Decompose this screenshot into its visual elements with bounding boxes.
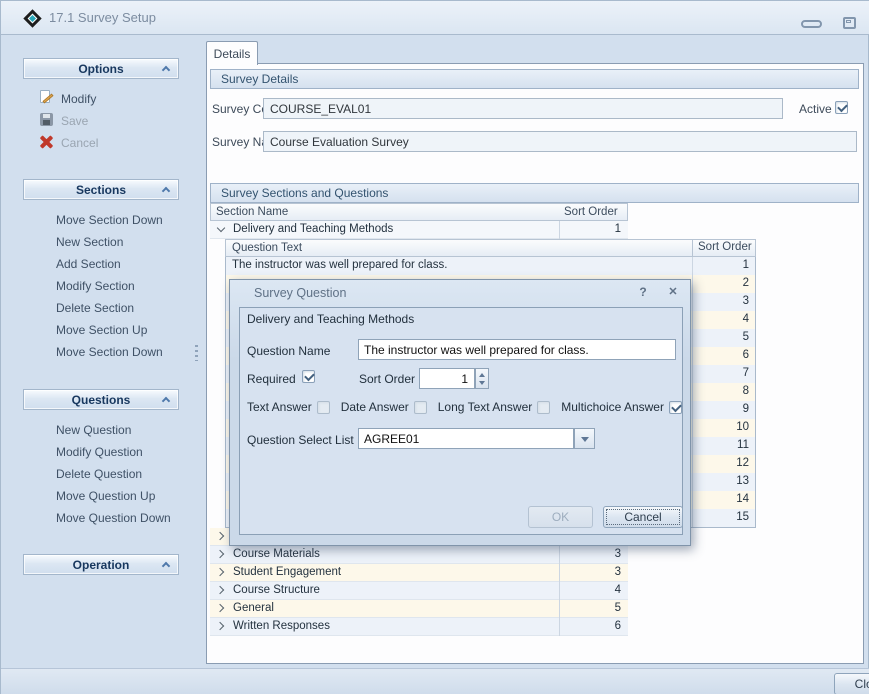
sidebar-item-modify-section[interactable]: Modify Section: [56, 279, 135, 293]
chevron-right-icon[interactable]: [216, 550, 224, 558]
dialog-section-label: Delivery and Teaching Methods: [247, 312, 414, 326]
sidebar-item-cancel[interactable]: Cancel: [61, 136, 98, 150]
text-answer-label: Text Answer: [247, 400, 312, 414]
cancel-x-icon: [39, 134, 54, 149]
sidebar-item-move-question-down[interactable]: Move Question Down: [56, 511, 171, 525]
required-checkbox[interactable]: [302, 370, 315, 383]
spin-up-icon[interactable]: [479, 373, 485, 377]
questions-panel-title: Questions: [72, 393, 131, 407]
sidebar-item-move-section-down-2[interactable]: Move Section Down: [56, 345, 163, 359]
column-header-question-text[interactable]: Question Text Sort Order: [225, 239, 756, 257]
sidebar-item-modify-question[interactable]: Modify Question: [56, 445, 143, 459]
sections-group-header: Survey Sections and Questions: [210, 183, 859, 203]
question-row[interactable]: The instructor was well prepared for cla…: [226, 257, 755, 275]
sidebar-item-new-section[interactable]: New Section: [56, 235, 123, 249]
section-sort-order: 1: [559, 221, 627, 239]
section-row[interactable]: Written Responses 6: [210, 618, 628, 636]
save-floppy-icon: [39, 112, 54, 127]
sort-order-label: Sort Order: [359, 372, 415, 386]
footer-bar: [1, 668, 869, 694]
column-header-section-name[interactable]: Section Name: [210, 203, 560, 221]
chevron-right-icon[interactable]: [216, 622, 224, 630]
app-icon: [23, 9, 41, 27]
question-select-list-label: Question Select List: [247, 433, 354, 447]
window-title: 17.1 Survey Setup: [49, 10, 156, 25]
sections-panel-title: Sections: [76, 183, 126, 197]
sidebar-item-save[interactable]: Save: [61, 114, 88, 128]
sidebar-item-delete-question[interactable]: Delete Question: [56, 467, 142, 481]
dialog-title: Survey Question: [254, 286, 346, 300]
survey-details-group-header: Survey Details: [210, 69, 859, 89]
sidebar-item-modify[interactable]: Modify: [61, 92, 96, 106]
question-name-label: Question Name: [247, 344, 330, 358]
section-row[interactable]: General 5: [210, 600, 628, 618]
maximize-button[interactable]: [843, 17, 856, 29]
collapse-caret-icon: [162, 187, 170, 195]
close-button[interactable]: Close: [834, 673, 869, 694]
sidebar-item-move-section-down[interactable]: Move Section Down: [56, 213, 163, 227]
column-header-question-sort[interactable]: Sort Order: [692, 239, 756, 257]
section-row[interactable]: Course Materials 3: [210, 546, 628, 564]
multichoice-answer-checkbox[interactable]: [669, 401, 682, 414]
help-icon[interactable]: ?: [635, 285, 651, 301]
long-text-answer-label: Long Text Answer: [438, 400, 533, 414]
dropdown-button[interactable]: [574, 428, 595, 449]
ok-button[interactable]: OK: [528, 506, 593, 528]
options-panel-title: Options: [78, 62, 123, 76]
cancel-button[interactable]: Cancel: [603, 506, 683, 528]
section-row[interactable]: Student Engagement 3: [210, 564, 628, 582]
options-panel-header[interactable]: Options: [23, 58, 179, 79]
column-header-sort-order[interactable]: Sort Order: [559, 203, 628, 221]
collapse-caret-icon: [162, 66, 170, 74]
chevron-right-icon[interactable]: [216, 604, 224, 612]
edit-pencil-icon: [39, 90, 54, 105]
chevron-down-icon[interactable]: [217, 224, 225, 232]
question-text: The instructor was well prepared for cla…: [226, 259, 447, 271]
tab-details[interactable]: Details: [206, 41, 258, 65]
minimize-button[interactable]: [801, 20, 822, 28]
splitter-handle[interactable]: [195, 345, 198, 361]
sidebar-item-add-section[interactable]: Add Section: [56, 257, 121, 271]
date-answer-checkbox[interactable]: [414, 401, 427, 414]
chevron-right-icon[interactable]: [216, 586, 224, 594]
text-answer-checkbox[interactable]: [317, 401, 330, 414]
sidebar-item-delete-section[interactable]: Delete Section: [56, 301, 134, 315]
section-row-expanded[interactable]: Delivery and Teaching Methods 1: [210, 221, 628, 239]
chevron-right-icon[interactable]: [216, 532, 224, 540]
title-bar: 17.1 Survey Setup: [1, 1, 869, 35]
section-row[interactable]: Course Structure 4: [210, 582, 628, 600]
sections-panel-header[interactable]: Sections: [23, 179, 179, 200]
chevron-down-icon: [581, 437, 589, 442]
survey-name-field[interactable]: Course Evaluation Survey: [263, 131, 857, 152]
sidebar-item-move-question-up[interactable]: Move Question Up: [56, 489, 155, 503]
answer-type-row: Text Answer Date Answer Long Text Answer…: [247, 399, 677, 415]
collapse-caret-icon: [162, 562, 170, 570]
date-answer-label: Date Answer: [341, 400, 409, 414]
collapse-caret-icon: [162, 397, 170, 405]
close-icon[interactable]: ✕: [665, 285, 681, 301]
question-select-list-combo[interactable]: AGREE01: [358, 428, 574, 449]
survey-setup-window: { "window": { "title": "17.1 Survey Setu…: [0, 0, 869, 694]
sort-order-stepper[interactable]: [475, 368, 489, 389]
required-label: Required: [247, 372, 296, 386]
long-text-answer-checkbox[interactable]: [537, 401, 550, 414]
question-name-input[interactable]: The instructor was well prepared for cla…: [358, 339, 676, 360]
operation-panel-header[interactable]: Operation: [23, 554, 179, 575]
survey-code-field[interactable]: COURSE_EVAL01: [263, 98, 783, 119]
active-label: Active: [799, 102, 832, 116]
section-name: Delivery and Teaching Methods: [233, 223, 393, 235]
spin-down-icon[interactable]: [479, 381, 485, 385]
sidebar-item-new-question[interactable]: New Question: [56, 423, 131, 437]
chevron-right-icon[interactable]: [216, 568, 224, 576]
multichoice-answer-label: Multichoice Answer: [561, 400, 664, 414]
operation-panel-title: Operation: [73, 558, 130, 572]
sidebar-item-move-section-up[interactable]: Move Section Up: [56, 323, 147, 337]
active-checkbox[interactable]: [835, 101, 848, 114]
questions-panel-header[interactable]: Questions: [23, 389, 179, 410]
sort-order-input[interactable]: 1: [419, 368, 475, 389]
